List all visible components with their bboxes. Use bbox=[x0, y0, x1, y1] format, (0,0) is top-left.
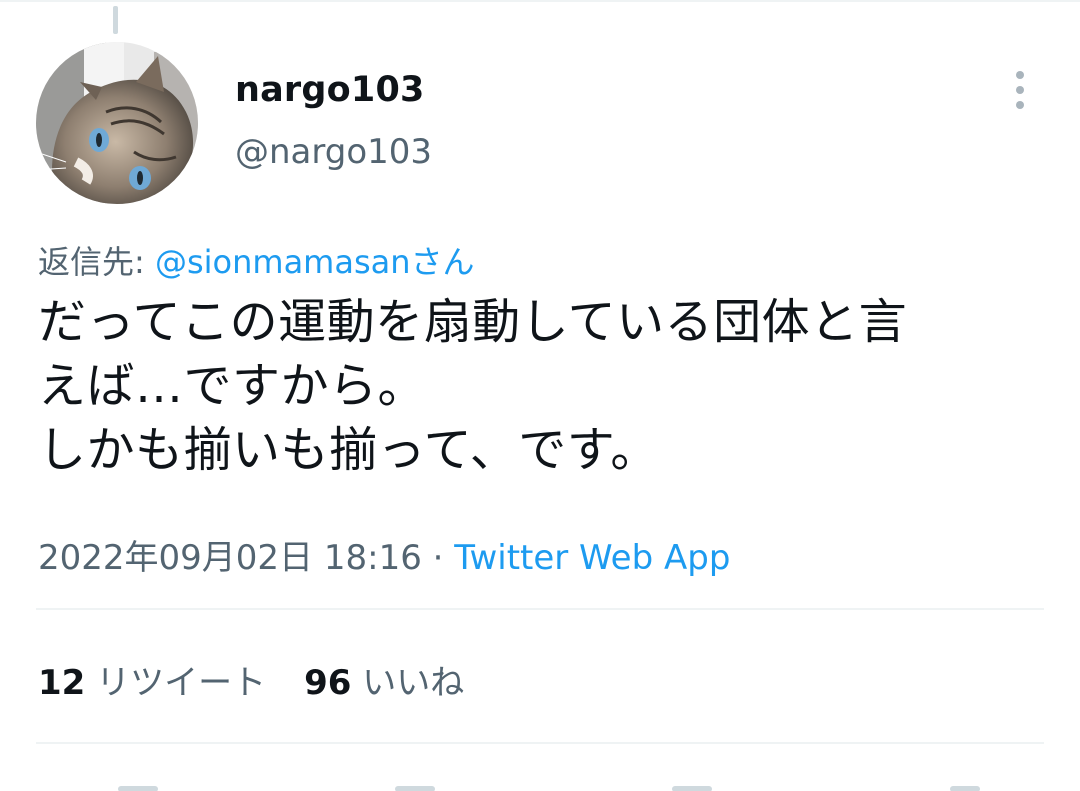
reply-icon[interactable] bbox=[118, 786, 158, 791]
retweets-stat[interactable]: 12 リツイート bbox=[38, 663, 266, 703]
author-avatar[interactable] bbox=[36, 42, 198, 204]
divider bbox=[36, 608, 1044, 610]
reply-to-prefix: 返信先: bbox=[38, 243, 155, 281]
engagement-stats: 12 リツイート 96 いいね bbox=[38, 655, 464, 704]
thread-connector-line bbox=[113, 6, 118, 34]
share-icon[interactable] bbox=[950, 786, 980, 791]
reply-to-line: 返信先: @sionmamasanさん bbox=[38, 237, 475, 283]
tweet-source-link[interactable]: Twitter Web App bbox=[454, 538, 730, 578]
like-icon[interactable] bbox=[672, 786, 712, 791]
divider-bottom bbox=[36, 742, 1044, 744]
tweet-detail: nargo103 @nargo103 返信先: @sionmamasanさん だ… bbox=[0, 0, 1080, 791]
author-handle[interactable]: @nargo103 bbox=[235, 132, 432, 172]
top-border bbox=[0, 0, 1080, 2]
reply-to-mention[interactable]: @sionmamasan bbox=[155, 243, 411, 281]
cat-avatar-icon bbox=[36, 42, 198, 204]
likes-stat[interactable]: 96 いいね bbox=[304, 663, 464, 703]
reply-to-suffix[interactable]: さん bbox=[411, 243, 475, 281]
tweet-metadata: 2022年09月02日 18:16 · Twitter Web App bbox=[38, 530, 730, 579]
retweets-label[interactable]: リツイート bbox=[96, 663, 266, 703]
likes-label[interactable]: いいね bbox=[362, 663, 464, 703]
more-options-button[interactable] bbox=[996, 62, 1044, 118]
likes-count[interactable]: 96 bbox=[304, 663, 351, 703]
tweet-timestamp[interactable]: 2022年09月02日 18:16 bbox=[38, 538, 422, 578]
more-vertical-icon-dot bbox=[1016, 86, 1024, 94]
more-vertical-icon bbox=[1016, 71, 1024, 79]
reply-to-mention-link[interactable]: @sionmamasanさん bbox=[155, 243, 475, 281]
more-vertical-icon-dot bbox=[1016, 101, 1024, 109]
tweet-text: だってこの運動を扇動している団体と言 えば…ですから。 しかも揃いも揃って、です… bbox=[38, 294, 908, 478]
retweets-count[interactable]: 12 bbox=[38, 663, 85, 703]
retweet-icon[interactable] bbox=[395, 786, 435, 791]
meta-separator: · bbox=[421, 538, 455, 578]
author-display-name[interactable]: nargo103 bbox=[235, 70, 425, 110]
action-bar-peek bbox=[0, 778, 1080, 791]
